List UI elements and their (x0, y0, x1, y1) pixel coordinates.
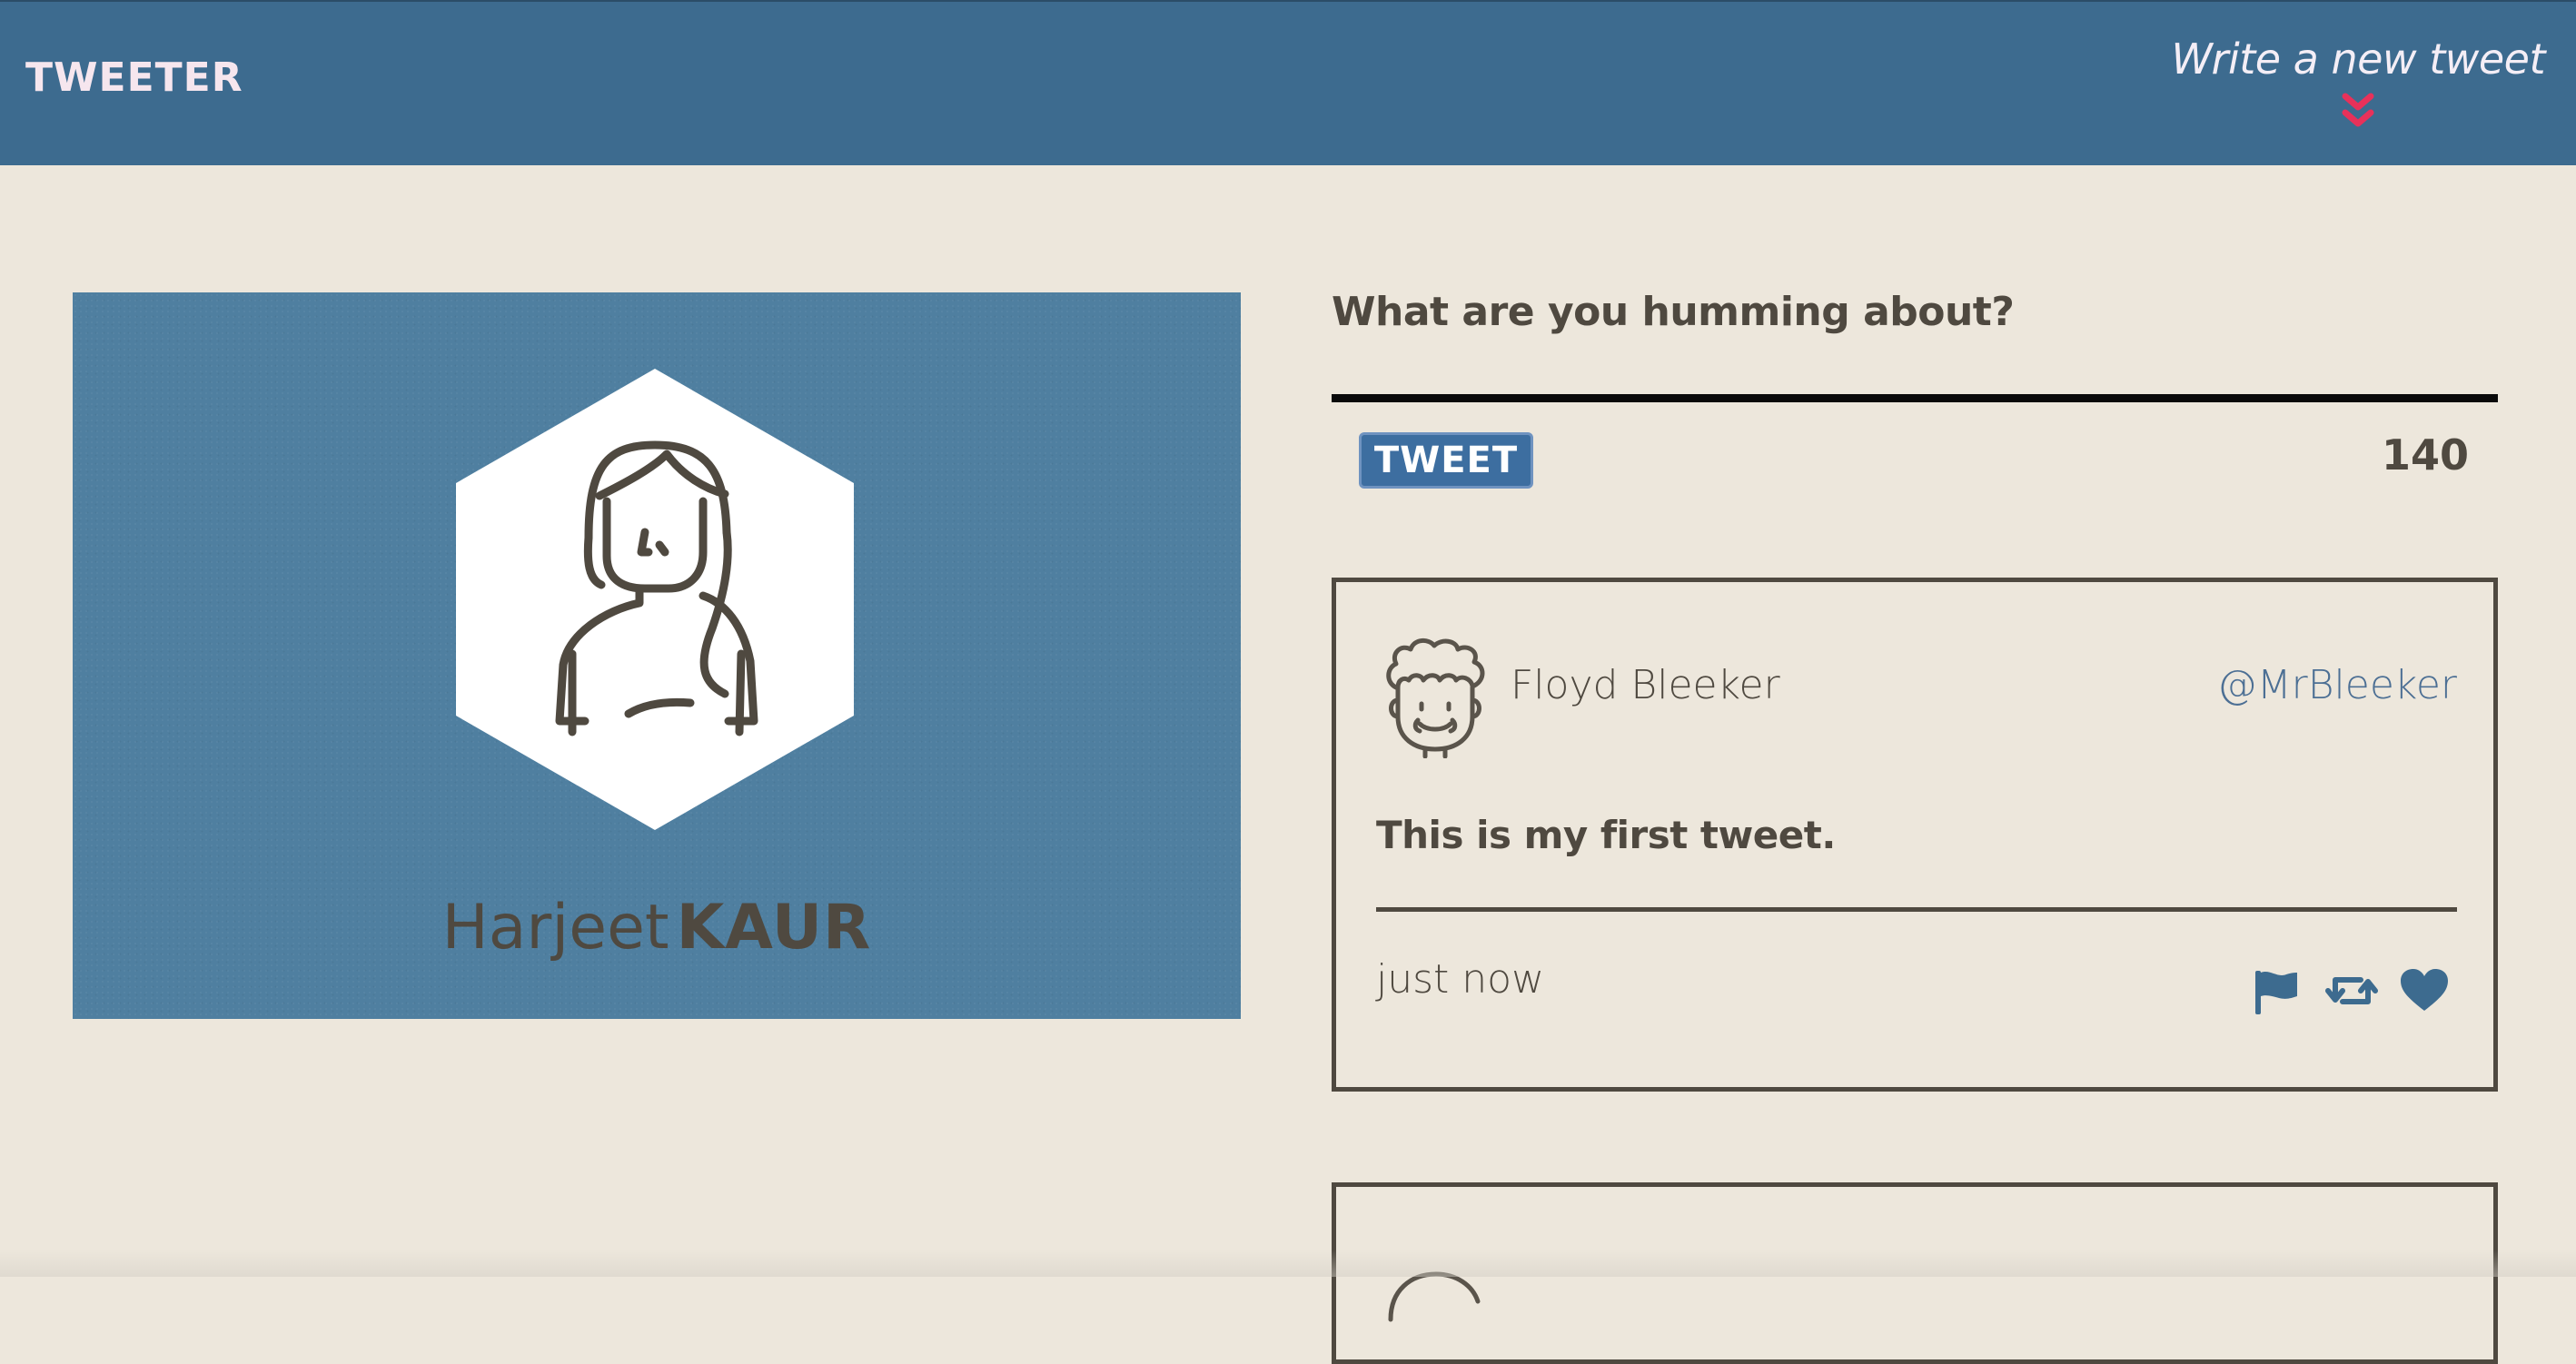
top-nav-bar: TWEETER Write a new tweet (0, 0, 2576, 165)
tweet-text: This is my first tweet. (1376, 813, 1836, 857)
write-new-tweet-label[interactable]: Write a new tweet (2171, 35, 2545, 84)
curly-hair-man-avatar-icon (1378, 637, 1492, 759)
character-counter: 140 (2381, 430, 2469, 479)
profile-first-name: Harjeet (441, 892, 669, 964)
tweet-author-handle[interactable]: @MrBleeker (2217, 662, 2457, 708)
tweet-button[interactable]: TWEET (1359, 432, 1533, 489)
brand-logo[interactable]: TWEETER (25, 54, 243, 101)
retweet-icon[interactable] (2324, 965, 2378, 1016)
profile-card: Harjeet KAUR (73, 292, 1241, 1019)
flag-icon[interactable] (2250, 965, 2301, 1016)
write-new-tweet-toggle[interactable]: Write a new tweet (2171, 35, 2545, 127)
woman-avatar-icon (456, 369, 854, 830)
heart-icon[interactable] (2399, 965, 2450, 1016)
tweet-author-name: Floyd Bleeker (1511, 662, 1780, 708)
double-chevron-down-icon[interactable] (2327, 91, 2389, 137)
tweet-timestamp: just now (1376, 956, 1545, 1003)
compose-input-underline[interactable] (1332, 394, 2498, 402)
profile-avatar (452, 365, 857, 834)
compose-prompt[interactable]: What are you humming about? (1332, 289, 2015, 335)
tweet-divider (1376, 907, 2457, 912)
bottom-fade (0, 1250, 2576, 1277)
profile-name: Harjeet KAUR (73, 892, 1241, 964)
profile-last-name: KAUR (676, 892, 872, 964)
tweet-card: Floyd Bleeker @MrBleeker This is my firs… (1332, 578, 2498, 1092)
tweet-actions (2250, 965, 2450, 1016)
